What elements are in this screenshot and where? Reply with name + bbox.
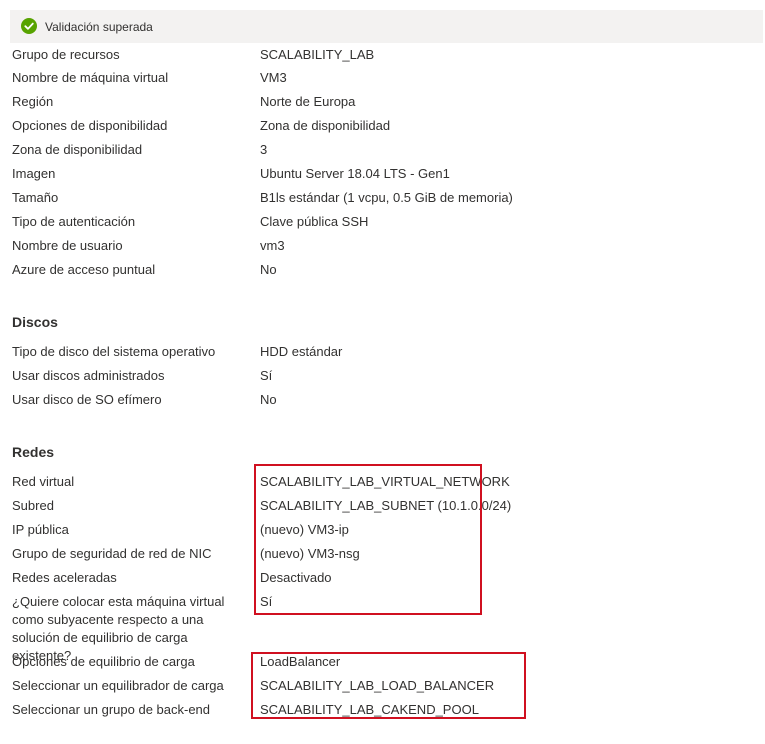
row-value: Zona de disponibilidad	[260, 118, 391, 133]
row-label: Zona de disponibilidad	[12, 142, 143, 157]
row-value: No	[260, 262, 277, 277]
row-value: Norte de Europa	[260, 94, 356, 109]
row-label: Opciones de equilibrio de carga	[12, 654, 195, 669]
row-label: Usar disco de SO efímero	[12, 392, 162, 407]
summary-row: Región Norte de Europa	[0, 93, 765, 117]
row-value: B1ls estándar (1 vcpu, 0.5 GiB de memori…	[260, 190, 513, 205]
summary-row: Tipo de disco del sistema operativo HDD …	[0, 343, 765, 367]
section-title-network: Redes	[12, 444, 55, 460]
summary-row: Grupo de recursos SCALABILITY_LAB	[0, 46, 765, 70]
row-label: Grupo de seguridad de red de NIC	[12, 546, 212, 561]
row-label: Subred	[12, 498, 54, 513]
row-label: Red virtual	[12, 474, 75, 489]
row-label: Opciones de disponibilidad	[12, 118, 168, 133]
row-label: Tipo de autenticación	[12, 214, 136, 229]
row-label: Imagen	[12, 166, 56, 181]
check-circle-icon	[21, 18, 37, 34]
row-label: Seleccionar un equilibrador de carga	[12, 678, 224, 693]
summary-row: Imagen Ubuntu Server 18.04 LTS - Gen1	[0, 165, 765, 189]
summary-row: Zona de disponibilidad 3	[0, 141, 765, 165]
row-label: Nombre de usuario	[12, 238, 123, 253]
highlight-box	[251, 652, 526, 719]
row-label: Grupo de recursos	[12, 47, 120, 62]
row-label: Región	[12, 94, 54, 109]
validation-banner: Validación superada	[10, 10, 763, 43]
row-label: Seleccionar un grupo de back-end	[12, 702, 211, 717]
summary-row: Nombre de usuario vm3	[0, 237, 765, 261]
row-value: Ubuntu Server 18.04 LTS - Gen1	[260, 166, 450, 181]
validation-message: Validación superada	[45, 20, 153, 34]
row-value: 3	[260, 142, 268, 157]
summary-row: Opciones de disponibilidad Zona de dispo…	[0, 117, 765, 141]
summary-row: Usar disco de SO efímero No	[0, 391, 765, 415]
row-value: SCALABILITY_LAB	[260, 47, 375, 62]
row-label: Tipo de disco del sistema operativo	[12, 344, 216, 359]
row-label: Nombre de máquina virtual	[12, 70, 169, 85]
row-value: vm3	[260, 238, 285, 253]
summary-row: Usar discos administrados Sí	[0, 367, 765, 391]
row-value: HDD estándar	[260, 344, 343, 359]
highlight-box	[254, 464, 482, 615]
row-label: IP pública	[12, 522, 69, 537]
row-value: Clave pública SSH	[260, 214, 369, 229]
summary-row: Tipo de autenticación Clave pública SSH	[0, 213, 765, 237]
row-label: Usar discos administrados	[12, 368, 165, 383]
row-value: No	[260, 392, 277, 407]
summary-row: Azure de acceso puntual No	[0, 261, 765, 285]
summary-row: Nombre de máquina virtual VM3	[0, 69, 765, 93]
summary-row: Tamaño B1ls estándar (1 vcpu, 0.5 GiB de…	[0, 189, 765, 213]
row-value: VM3	[260, 70, 287, 85]
row-label: Tamaño	[12, 190, 59, 205]
section-title-disks: Discos	[12, 314, 58, 330]
row-label: Azure de acceso puntual	[12, 262, 156, 277]
row-label: Redes aceleradas	[12, 570, 117, 585]
row-value: Sí	[260, 368, 273, 383]
